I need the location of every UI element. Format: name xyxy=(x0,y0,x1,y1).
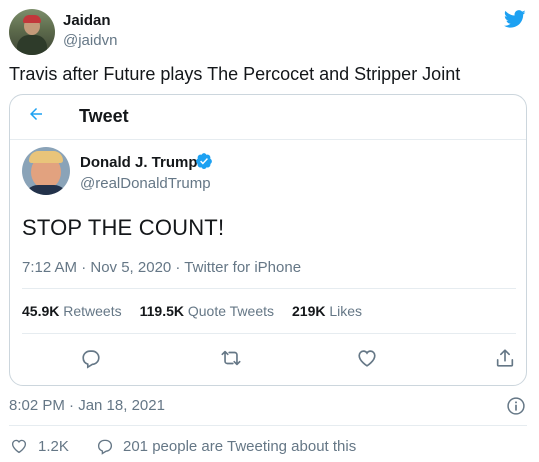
reply-icon[interactable] xyxy=(80,347,102,369)
divider xyxy=(22,333,516,334)
author-name[interactable]: Jaidan xyxy=(63,12,111,29)
verified-badge-icon xyxy=(196,153,212,169)
retweets-label: Retweets xyxy=(63,303,122,319)
quote-tweets-stat[interactable]: 119.5K Quote Tweets xyxy=(140,303,274,319)
likes-count: 219K xyxy=(292,303,326,319)
quote-tweets-label: Quote Tweets xyxy=(187,303,275,319)
like-icon[interactable] xyxy=(9,437,29,455)
tweet-text: Travis after Future plays The Percocet a… xyxy=(9,64,461,84)
quoted-card-header: Tweet xyxy=(10,95,526,140)
tweet-timestamp[interactable]: 8:02 PM · Jan 18, 2021 xyxy=(9,397,165,414)
retweets-count: 45.9K xyxy=(22,303,60,319)
quote-tweets-count: 119.5K xyxy=(139,303,184,319)
heart-icon[interactable] xyxy=(356,347,378,369)
likes-label: Likes xyxy=(329,303,363,319)
retweet-icon[interactable] xyxy=(220,347,242,369)
quoted-header-title: Tweet xyxy=(79,106,129,126)
twitter-bird-icon xyxy=(503,10,526,28)
quoted-tweet-text: STOP THE COUNT! xyxy=(22,215,225,240)
retweets-stat[interactable]: 45.9K Retweets xyxy=(22,303,122,319)
quoted-stats: 45.9K Retweets 119.5K Quote Tweets 219K Li… xyxy=(22,303,362,319)
info-icon[interactable] xyxy=(506,396,526,416)
author-avatar[interactable] xyxy=(9,9,55,55)
back-arrow-icon[interactable] xyxy=(26,105,46,123)
quoted-tweet-card[interactable]: Tweet Donald J. Trump @realDonaldTrump S… xyxy=(9,94,527,386)
divider xyxy=(22,288,516,289)
quoted-author-avatar[interactable] xyxy=(22,147,70,195)
author-handle[interactable]: @jaidvn xyxy=(63,32,117,49)
share-icon[interactable] xyxy=(494,347,516,369)
quoted-tweet-meta: 7:12 AM · Nov 5, 2020 · Twitter for iPho… xyxy=(22,259,302,276)
like-count[interactable]: 1.2K xyxy=(38,438,69,455)
tweeting-about-link[interactable]: 201 people are Tweeting about this xyxy=(123,438,356,455)
divider xyxy=(9,425,527,426)
likes-stat[interactable]: 219K Likes xyxy=(292,303,362,319)
quoted-action-bar xyxy=(10,347,526,371)
quoted-author-handle[interactable]: @realDonaldTrump xyxy=(80,175,211,192)
quoted-author-name[interactable]: Donald J. Trump xyxy=(80,154,198,171)
reply-icon[interactable] xyxy=(95,437,115,455)
